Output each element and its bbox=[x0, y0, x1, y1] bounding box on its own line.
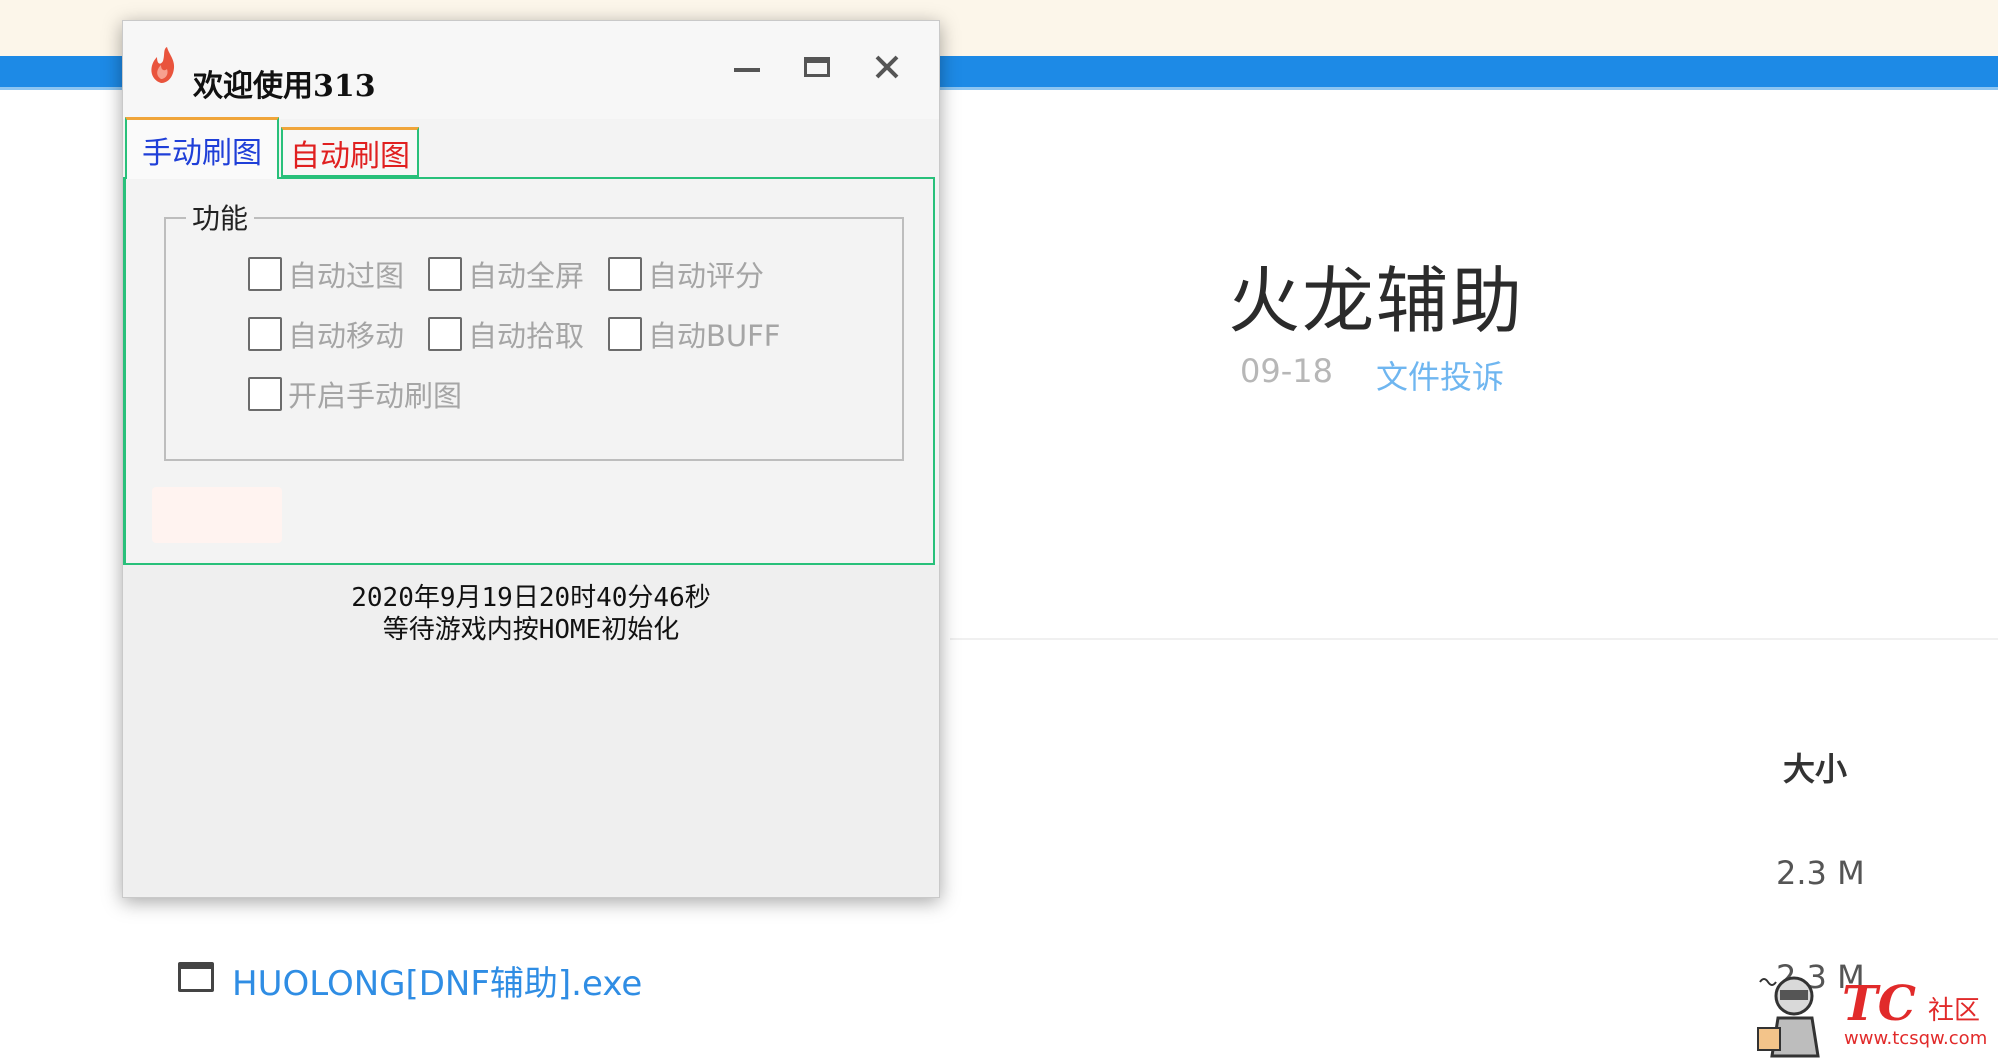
file-download-link[interactable]: HUOLONG[DNF辅助].exe bbox=[232, 956, 642, 1005]
size-column-header: 大小 bbox=[1783, 750, 1848, 788]
tab-manual[interactable]: 手动刷图 bbox=[125, 117, 279, 179]
status-area: 2020年9月19日20时40分46秒 等待游戏内按HOME初始化 bbox=[123, 565, 939, 895]
checkbox-box[interactable] bbox=[428, 257, 462, 291]
checkbox-label: 自动评分 bbox=[648, 259, 765, 293]
checkbox-auto-fullscreen[interactable]: 自动全屏 bbox=[428, 253, 584, 295]
checkbox-label: 自动过图 bbox=[288, 259, 405, 293]
minimize-icon bbox=[734, 68, 760, 72]
checkbox-box[interactable] bbox=[608, 257, 642, 291]
tab-control: 功能 自动过图 自动全屏 自动评分 自动移动 自动拾取 自动BUFF 开启手动刷… bbox=[123, 117, 939, 565]
checkbox-auto-buff[interactable]: 自动BUFF bbox=[608, 313, 780, 355]
mascot-icon bbox=[1757, 976, 1820, 1058]
checkbox-box[interactable] bbox=[608, 317, 642, 351]
feature-group: 功能 自动过图 自动全屏 自动评分 自动移动 自动拾取 自动BUFF 开启手动刷… bbox=[164, 197, 904, 461]
background-bleed bbox=[152, 487, 282, 543]
upload-date: 09-18 bbox=[1240, 352, 1333, 390]
title-bar[interactable]: 欢迎使用313 bbox=[123, 21, 939, 119]
checkbox-box[interactable] bbox=[248, 317, 282, 351]
maximize-button[interactable] bbox=[793, 43, 841, 91]
checkbox-enable-manual[interactable]: 开启手动刷图 bbox=[248, 373, 462, 415]
status-message: 等待游戏内按HOME初始化 bbox=[382, 615, 680, 645]
tab-label: 手动刷图 bbox=[142, 135, 262, 171]
page-title: 火龙辅助 bbox=[1228, 259, 1525, 343]
checkbox-label: 自动BUFF bbox=[648, 319, 781, 353]
checkbox-label: 自动全屏 bbox=[468, 259, 585, 293]
tab-panel-manual: 功能 自动过图 自动全屏 自动评分 自动移动 自动拾取 自动BUFF 开启手动刷… bbox=[123, 177, 935, 565]
group-label: 功能 bbox=[186, 197, 255, 237]
checkbox-box[interactable] bbox=[248, 257, 282, 291]
tab-label: 自动刷图 bbox=[290, 138, 410, 174]
checkbox-auto-pass-map[interactable]: 自动过图 bbox=[248, 253, 404, 295]
checkbox-auto-pickup[interactable]: 自动拾取 bbox=[428, 313, 584, 355]
checkbox-label: 开启手动刷图 bbox=[288, 379, 463, 413]
watermark-url: www.tcsqw.com bbox=[1844, 1028, 1988, 1049]
app-window: 欢迎使用313 功能 自动过图 自动全屏 自动评分 自动移动 自动拾取 自动BU… bbox=[122, 20, 940, 898]
window-file-icon bbox=[178, 962, 214, 992]
complain-link[interactable]: 文件投诉 bbox=[1376, 352, 1504, 398]
checkbox-auto-move[interactable]: 自动移动 bbox=[248, 313, 404, 355]
checkbox-label: 自动移动 bbox=[288, 319, 405, 353]
close-button[interactable] bbox=[863, 43, 911, 91]
watermark-brand: TC bbox=[1842, 976, 1916, 1032]
checkbox-box[interactable] bbox=[428, 317, 462, 351]
file-size: 2.3 M bbox=[1776, 854, 1865, 892]
divider bbox=[950, 638, 1998, 640]
flame-icon bbox=[151, 47, 175, 83]
maximize-icon bbox=[804, 57, 830, 77]
watermark: TC 社区 www.tcsqw.com bbox=[1752, 958, 1998, 1062]
window-title: 欢迎使用313 bbox=[193, 69, 376, 104]
tab-auto[interactable]: 自动刷图 bbox=[281, 127, 419, 177]
checkbox-auto-score[interactable]: 自动评分 bbox=[608, 253, 764, 295]
checkbox-label: 自动拾取 bbox=[468, 319, 585, 353]
minimize-button[interactable] bbox=[723, 43, 771, 91]
checkbox-box[interactable] bbox=[248, 377, 282, 411]
watermark-club: 社区 bbox=[1928, 996, 1981, 1026]
close-icon bbox=[875, 55, 899, 79]
